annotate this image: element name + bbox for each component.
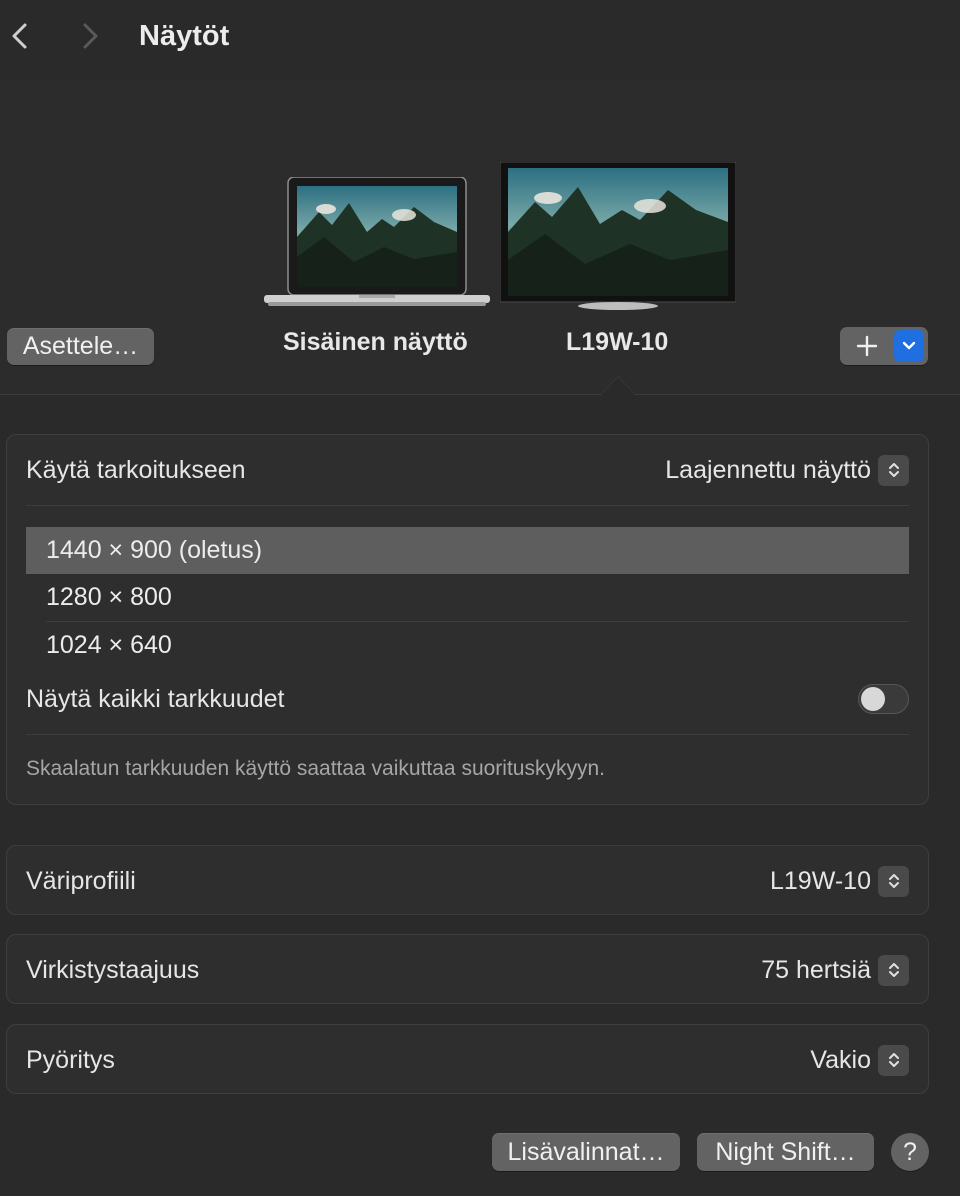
night-shift-button[interactable]: Night Shift… bbox=[697, 1133, 874, 1171]
refresh-rate-popup[interactable]: 75 hertsiä bbox=[761, 954, 909, 986]
resolution-card: Käytä tarkoitukseen Laajennettu näyttö 1… bbox=[6, 434, 929, 805]
chevron-left-icon bbox=[12, 23, 27, 49]
rotation-popup[interactable]: Vakio bbox=[810, 1044, 909, 1076]
show-all-resolutions-toggle[interactable] bbox=[858, 684, 909, 714]
rotation-label: Pyöritys bbox=[26, 1045, 115, 1074]
use-as-label: Käytä tarkoitukseen bbox=[26, 455, 246, 484]
toggle-knob bbox=[861, 687, 885, 711]
show-all-resolutions-label: Näytä kaikki tarkkuudet bbox=[26, 684, 285, 713]
refresh-rate-label: Virkistystaajuus bbox=[26, 955, 200, 984]
rotation-value: Vakio bbox=[810, 1045, 871, 1074]
back-button[interactable] bbox=[2, 18, 38, 54]
add-display-menu-button[interactable] bbox=[894, 330, 924, 362]
refresh-rate-card: Virkistystaajuus 75 hertsiä bbox=[6, 934, 929, 1004]
rotation-row: Pyöritys Vakio bbox=[26, 1025, 909, 1095]
color-profile-value: L19W-10 bbox=[770, 866, 871, 895]
resolution-list: 1440 × 900 (oletus) 1280 × 800 1024 × 64… bbox=[26, 527, 909, 669]
selected-display-pointer-fill bbox=[601, 377, 635, 395]
help-button[interactable]: ? bbox=[891, 1133, 929, 1171]
chevron-right-icon bbox=[83, 23, 98, 49]
forward-button[interactable] bbox=[72, 18, 108, 54]
resolution-option[interactable]: 1024 × 640 bbox=[26, 622, 909, 669]
color-profile-row: Väriprofiili L19W-10 bbox=[26, 846, 909, 916]
external-display-label[interactable]: L19W-10 bbox=[566, 328, 668, 357]
page-title: Näytöt bbox=[139, 20, 230, 52]
divider bbox=[26, 734, 909, 735]
add-display-control bbox=[840, 327, 928, 365]
color-profile-label: Väriprofiili bbox=[26, 866, 136, 895]
arrange-button[interactable]: Asettele… bbox=[7, 328, 154, 365]
up-down-chevron-icon bbox=[878, 1044, 909, 1076]
resolution-option[interactable]: 1280 × 800 bbox=[26, 574, 909, 621]
display-arrangement-area: Asettele… Sisäinen näyttö L19W-10 bbox=[0, 80, 960, 395]
show-all-resolutions-row: Näytä kaikki tarkkuudet bbox=[26, 671, 909, 727]
use-as-popup[interactable]: Laajennettu näyttö bbox=[665, 454, 909, 486]
up-down-chevron-icon bbox=[878, 865, 909, 897]
displays-settings-window: Näytöt Asettele… Sisäinen näyttö L19W-10… bbox=[0, 0, 960, 1196]
color-profile-card: Väriprofiili L19W-10 bbox=[6, 845, 929, 915]
internal-display-thumbnail[interactable] bbox=[264, 177, 490, 311]
use-as-row: Käytä tarkoitukseen Laajennettu näyttö bbox=[26, 435, 909, 505]
plus-icon bbox=[856, 335, 878, 357]
internal-display-label[interactable]: Sisäinen näyttö bbox=[283, 328, 468, 357]
advanced-button[interactable]: Lisävalinnat… bbox=[492, 1133, 680, 1171]
scaling-note: Skaalatun tarkkuuden käyttö saattaa vaik… bbox=[26, 757, 605, 780]
use-as-value: Laajennettu näyttö bbox=[665, 455, 871, 484]
external-display-thumbnail[interactable] bbox=[500, 162, 736, 312]
chevron-down-icon bbox=[902, 341, 916, 350]
divider bbox=[26, 505, 909, 506]
refresh-rate-row: Virkistystaajuus 75 hertsiä bbox=[26, 935, 909, 1005]
refresh-rate-value: 75 hertsiä bbox=[761, 955, 871, 984]
color-profile-popup[interactable]: L19W-10 bbox=[770, 865, 909, 897]
up-down-chevron-icon bbox=[878, 454, 909, 486]
rotation-card: Pyöritys Vakio bbox=[6, 1024, 929, 1094]
add-display-button[interactable] bbox=[840, 327, 894, 365]
up-down-chevron-icon bbox=[878, 954, 909, 986]
resolution-option[interactable]: 1440 × 900 (oletus) bbox=[26, 527, 909, 574]
